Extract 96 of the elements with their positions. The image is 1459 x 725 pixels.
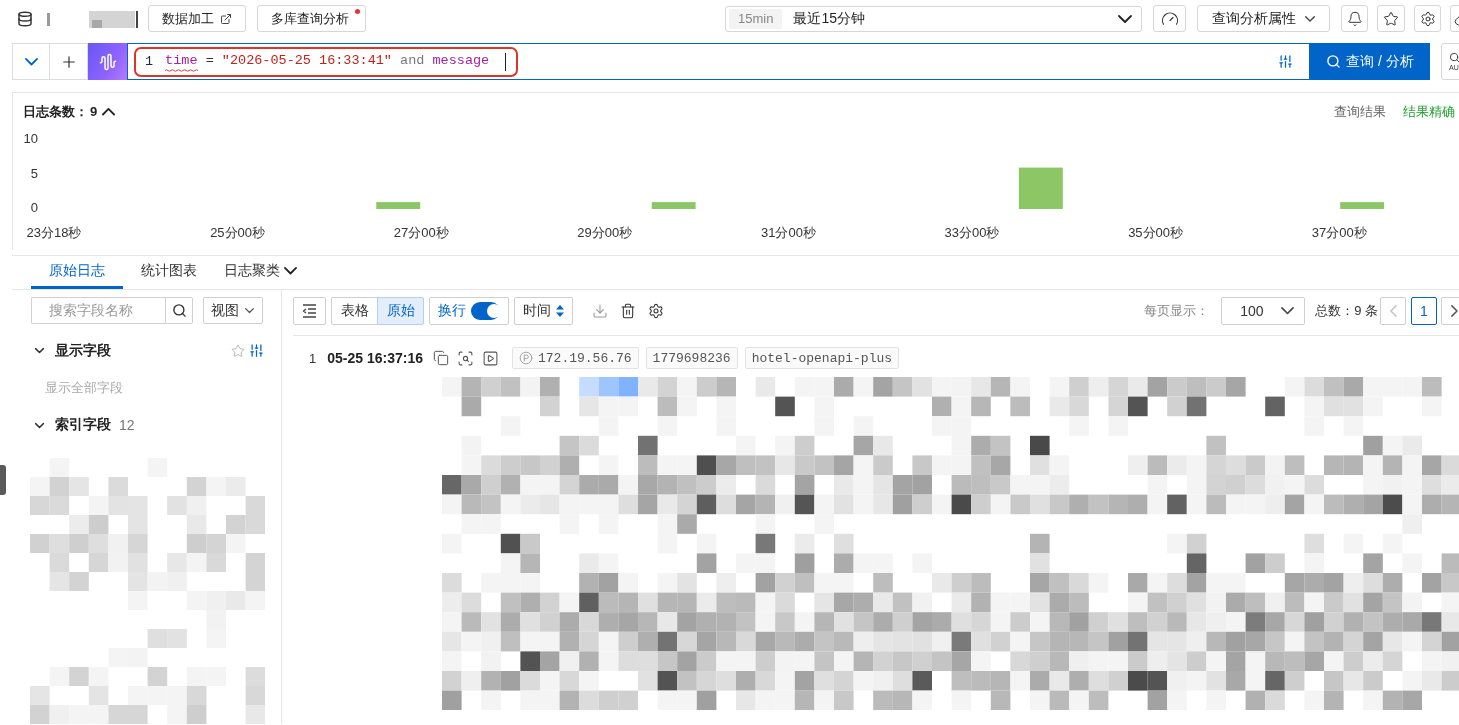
log-tag: 1779698236 (645, 347, 738, 369)
side-panel-handle[interactable] (0, 465, 6, 495)
bell-icon (1346, 10, 1363, 27)
axis-tick-label: 23分18秒 (26, 225, 82, 240)
collapse-button[interactable] (12, 43, 50, 80)
ai-assistant-button[interactable] (88, 43, 127, 80)
view-mode-button[interactable]: 表格 (331, 297, 378, 325)
log-tag: 172.19.56.76 (512, 347, 639, 369)
header-button[interactable]: 数据加工 (148, 5, 246, 32)
section-title: 索引字段 (55, 416, 111, 435)
log-tag: hotel-openapi-plus (744, 347, 900, 369)
chevron-left-icon (1389, 305, 1397, 317)
log-count: 9 (90, 104, 98, 119)
chevron-down-icon[interactable] (35, 348, 44, 354)
star-icon[interactable] (231, 343, 245, 358)
axis-tick-label: 0 (30, 200, 38, 216)
line-number: 1 (145, 54, 154, 69)
add-button[interactable] (50, 43, 88, 80)
external-link-icon (220, 12, 232, 25)
axis-tick-label: 25分00秒 (210, 225, 266, 240)
text-cursor (505, 52, 507, 71)
alert-button[interactable] (1341, 5, 1368, 32)
total-count: 总数：9 条 (1315, 302, 1378, 320)
settings-button[interactable] (1414, 5, 1441, 32)
page-size-label: 每页显示： (1144, 302, 1210, 320)
chevron-down-icon (24, 57, 38, 66)
circle-p-icon (519, 351, 533, 365)
query-submit-button[interactable]: 查询 / 分析 (1310, 43, 1430, 80)
field-count: 12 (119, 417, 135, 434)
section-title: 显示字段 (55, 341, 111, 360)
chevron-down-icon (245, 307, 254, 314)
copy-icon[interactable] (433, 350, 449, 366)
axis-tick-label: 35分00秒 (1128, 225, 1184, 240)
histogram-bar (376, 202, 421, 209)
play-icon[interactable] (482, 349, 499, 367)
sort-button[interactable]: 时间 (514, 297, 573, 325)
axis-tick-label: 33分00秒 (944, 225, 1000, 240)
log-time: 05-25 16:37:16 (327, 350, 423, 366)
sort-icon (556, 305, 564, 317)
star-icon (1383, 10, 1399, 27)
notification-dot-icon (355, 9, 360, 14)
tab[interactable]: 统计图表 (123, 256, 215, 289)
tab[interactable]: 日志聚类 (215, 256, 297, 289)
view-select[interactable]: 视图 (203, 297, 263, 324)
axis-tick-label: 10 (23, 131, 38, 147)
trash-icon[interactable] (620, 303, 636, 319)
time-range-label: 最近15分钟 (793, 9, 865, 28)
tab[interactable]: 原始日志 (31, 256, 123, 289)
header-button[interactable]: 多库查询分析 (257, 5, 366, 32)
refresh-rate-button[interactable] (1153, 5, 1186, 32)
database-icon (17, 10, 33, 27)
settings-icon[interactable] (648, 303, 664, 319)
collapse-panel-button[interactable] (293, 297, 326, 325)
search-button[interactable] (165, 297, 193, 324)
time-range-tag: 15min (729, 8, 783, 29)
page-size-select[interactable]: 100 (1221, 297, 1306, 325)
time-range-picker[interactable]: 15min 最近15分钟 (725, 5, 1142, 32)
axis-tick-label: 37分00秒 (1311, 225, 1367, 240)
wrap-toggle-button[interactable]: 换行 (429, 297, 509, 325)
sliders-icon[interactable] (1278, 54, 1293, 69)
search-icon (1449, 51, 1459, 63)
log-index: 1 (309, 350, 317, 366)
log-count-label: 日志条数： (23, 102, 88, 121)
chevron-down-icon (1305, 15, 1315, 22)
toggle-switch[interactable] (471, 302, 500, 320)
result-mode-label: 查询结果 (1334, 102, 1386, 121)
chevron-up-icon[interactable] (102, 107, 116, 116)
histogram-bar (651, 202, 696, 209)
field-search-input[interactable]: 搜索字段名称 (31, 297, 165, 324)
download-icon[interactable] (592, 303, 608, 319)
view-mode-button[interactable]: 原始 (377, 297, 424, 325)
favorite-button[interactable] (1377, 5, 1405, 32)
chevron-down-icon (284, 267, 297, 275)
sliders-icon[interactable] (249, 343, 264, 359)
chevron-down-icon[interactable] (35, 422, 44, 428)
chevron-down-icon (1281, 307, 1295, 315)
histogram-bar (1340, 202, 1385, 209)
axis-tick-label: 27分00秒 (393, 225, 449, 240)
gauge-icon (1160, 9, 1179, 28)
page-button[interactable]: 1 (1411, 297, 1437, 325)
query-editor[interactable]: 1 time = "2026-05-25 16:33:41" and message (127, 43, 1310, 80)
histogram-bar (1018, 167, 1063, 209)
search-icon (171, 303, 187, 318)
waveform-icon (98, 52, 117, 71)
settings-icon (1419, 10, 1436, 27)
outdent-icon (302, 304, 317, 318)
result-accuracy-label: 结果精确 (1403, 102, 1455, 121)
axis-tick-label: 5 (30, 165, 38, 181)
query-code: time = "2026-05-25 16:33:41" and message (165, 51, 498, 72)
scan-search-icon[interactable] (457, 349, 474, 367)
query-properties-dropdown[interactable]: 查询分析属性 (1197, 5, 1330, 32)
chevron-down-icon (1118, 14, 1132, 23)
axis-tick-label: 29分00秒 (577, 225, 633, 240)
chevron-right-icon (1450, 305, 1458, 317)
search-icon (1326, 54, 1342, 69)
axis-tick-label: 31分00秒 (760, 225, 816, 240)
